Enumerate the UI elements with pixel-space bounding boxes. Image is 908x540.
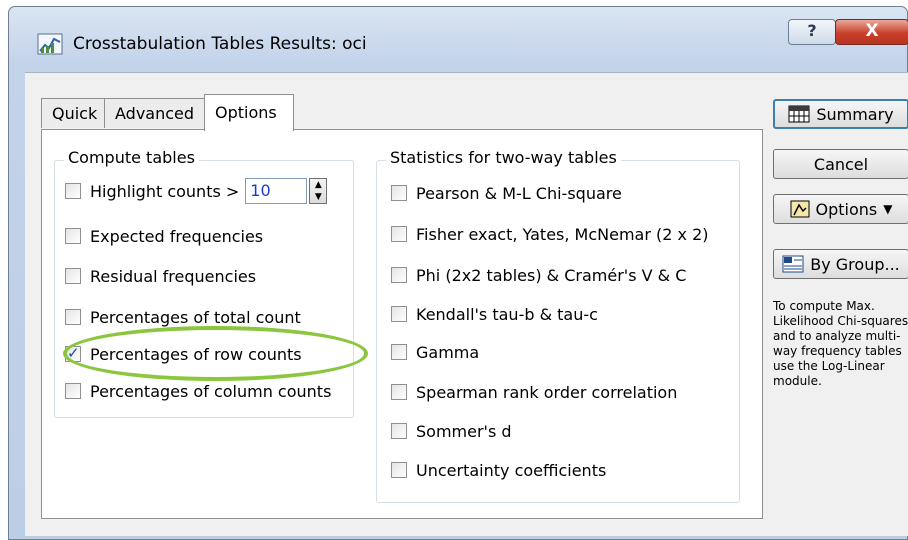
phi-label: Phi (2x2 tables) & Cramér's V & C bbox=[416, 265, 687, 285]
tab-quick[interactable]: Quick bbox=[41, 98, 105, 128]
percent-total-label: Percentages of total count bbox=[90, 307, 301, 327]
stat-row: Fisher exact, Yates, McNemar (2 x 2) bbox=[391, 221, 709, 247]
window-title: Crosstabulation Tables Results: oci bbox=[73, 34, 367, 54]
dialog-window: Crosstabulation Tables Results: oci ? X … bbox=[8, 6, 908, 540]
stat-row: Spearman rank order correlation bbox=[391, 379, 677, 405]
phi-checkbox[interactable] bbox=[391, 267, 407, 283]
chevron-down-icon: ▼ bbox=[883, 202, 893, 216]
sommers-checkbox[interactable] bbox=[391, 423, 407, 439]
summary-label: Summary bbox=[816, 104, 894, 124]
compute-tables-title: Compute tables bbox=[64, 148, 199, 167]
highlight-counts-checkbox[interactable] bbox=[65, 183, 81, 199]
tab-advanced[interactable]: Advanced bbox=[104, 98, 205, 128]
residual-frequencies-row: Residual frequencies bbox=[65, 263, 256, 289]
residual-frequencies-label: Residual frequencies bbox=[90, 266, 257, 286]
highlight-counts-spinner[interactable]: ▲ ▼ bbox=[309, 178, 328, 204]
help-button[interactable]: ? bbox=[788, 19, 836, 45]
by-group-button[interactable]: By Group... bbox=[773, 249, 908, 279]
stat-row: Uncertainty coefficients bbox=[391, 457, 606, 483]
stat-row: Pearson & M-L Chi-square bbox=[391, 180, 622, 206]
by-group-label: By Group... bbox=[810, 254, 900, 274]
spearman-label: Spearman rank order correlation bbox=[416, 382, 678, 402]
spin-down-icon[interactable]: ▼ bbox=[315, 192, 322, 202]
sommers-label: Sommer's d bbox=[416, 421, 512, 441]
pearson-label: Pearson & M-L Chi-square bbox=[416, 183, 622, 203]
percent-total-checkbox[interactable] bbox=[65, 309, 81, 325]
cancel-label: Cancel bbox=[813, 154, 869, 174]
percent-column-label: Percentages of column counts bbox=[90, 381, 332, 401]
highlight-counts-input[interactable]: 10 bbox=[245, 178, 308, 204]
options-icon bbox=[790, 200, 810, 218]
stat-row: Sommer's d bbox=[391, 418, 512, 444]
summary-table-icon bbox=[788, 105, 810, 123]
spearman-checkbox[interactable] bbox=[391, 384, 407, 400]
pearson-checkbox[interactable] bbox=[391, 185, 407, 201]
expected-frequencies-checkbox[interactable] bbox=[65, 228, 81, 244]
statistics-title: Statistics for two-way tables bbox=[386, 148, 621, 167]
percent-row-row: Percentages of row counts bbox=[65, 341, 302, 367]
dialog-client-area: Quick Advanced Options Compute tables Hi… bbox=[25, 72, 908, 536]
uncertainty-checkbox[interactable] bbox=[391, 462, 407, 478]
stat-row: Gamma bbox=[391, 339, 479, 365]
stat-row: Kendall's tau-b & tau-c bbox=[391, 301, 598, 327]
statistics-group: Statistics for two-way tables Pearson & … bbox=[376, 148, 740, 503]
percent-row-checkbox[interactable] bbox=[65, 344, 81, 362]
uncertainty-label: Uncertainty coefficients bbox=[416, 460, 607, 480]
title-bar[interactable]: Crosstabulation Tables Results: oci ? X bbox=[9, 7, 908, 73]
stat-row: Phi (2x2 tables) & Cramér's V & C bbox=[391, 262, 686, 288]
kendall-label: Kendall's tau-b & tau-c bbox=[416, 304, 598, 324]
highlight-counts-label: Highlight counts > bbox=[90, 181, 240, 201]
by-group-icon bbox=[782, 255, 804, 273]
close-button[interactable]: X bbox=[835, 19, 908, 45]
options-label: Options bbox=[815, 199, 878, 219]
fisher-label: Fisher exact, Yates, McNemar (2 x 2) bbox=[416, 224, 709, 244]
chart-icon bbox=[37, 33, 63, 55]
percent-column-row: Percentages of column counts bbox=[65, 378, 331, 404]
summary-button[interactable]: Summary bbox=[773, 99, 908, 129]
fisher-checkbox[interactable] bbox=[391, 226, 407, 242]
expected-frequencies-row: Expected frequencies bbox=[65, 223, 263, 249]
percent-row-label: Percentages of row counts bbox=[90, 344, 302, 364]
gamma-label: Gamma bbox=[416, 342, 480, 362]
tab-options[interactable]: Options bbox=[204, 94, 294, 131]
cancel-button[interactable]: Cancel bbox=[773, 149, 908, 179]
residual-frequencies-checkbox[interactable] bbox=[65, 268, 81, 284]
percent-column-checkbox[interactable] bbox=[65, 383, 81, 399]
compute-tables-group: Compute tables Highlight counts > 10 ▲ ▼… bbox=[54, 148, 354, 418]
percent-total-row: Percentages of total count bbox=[65, 304, 301, 330]
spin-up-icon[interactable]: ▲ bbox=[315, 180, 322, 190]
expected-frequencies-label: Expected frequencies bbox=[90, 226, 264, 246]
highlight-counts-row: Highlight counts > 10 ▲ ▼ bbox=[65, 178, 328, 204]
options-tab-panel: Compute tables Highlight counts > 10 ▲ ▼… bbox=[41, 129, 763, 519]
options-menu-button[interactable]: Options ▼ bbox=[773, 194, 908, 224]
gamma-checkbox[interactable] bbox=[391, 344, 407, 360]
kendall-checkbox[interactable] bbox=[391, 306, 407, 322]
log-linear-note: To compute Max. Likelihood Chi-squares a… bbox=[773, 299, 908, 388]
